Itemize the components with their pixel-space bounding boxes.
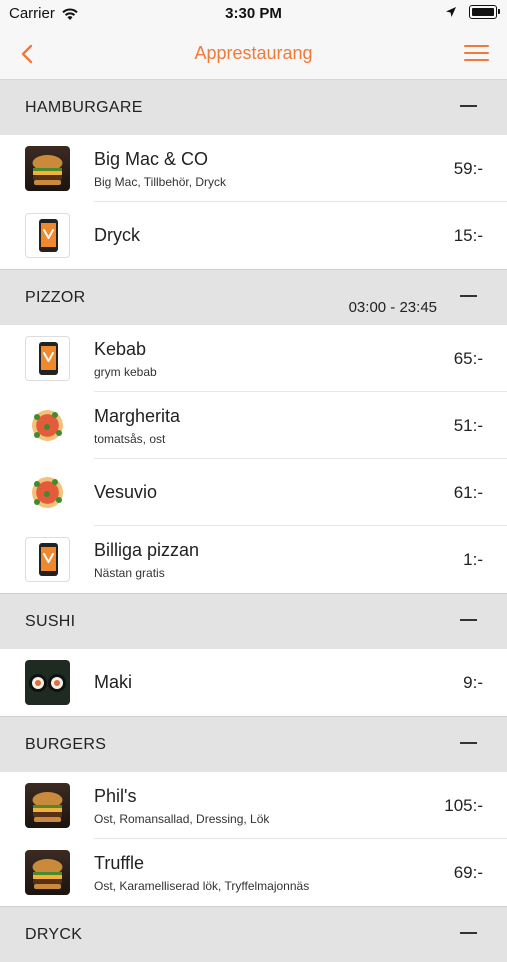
section-title: BURGERS [25,736,107,753]
menu-item[interactable]: Margherita tomatsås, ost 51:- [0,392,507,459]
pizza-thumbnail [25,403,70,448]
burger-thumbnail [25,146,70,191]
item-price: 59:- [453,159,483,178]
item-description: Ost, Romansallad, Dressing, Lök [94,812,270,826]
section-title: PIZZOR [25,289,86,306]
item-price: 51:- [453,416,483,435]
item-description: Nästan gratis [94,566,165,580]
opening-hours: 03:00 - 23:45 [348,299,437,316]
section-header[interactable]: SUSHI [0,594,507,649]
collapse-minus-icon[interactable] [460,619,477,621]
collapse-minus-icon[interactable] [460,742,477,744]
item-name: Vesuvio [94,482,158,502]
item-name: Billiga pizzan [94,540,200,560]
menu-item[interactable]: Truffle Ost, Karamelliserad lök, Tryffelm… [0,839,507,906]
section-header[interactable]: BURGERS [0,717,507,772]
pizza-thumbnail [25,470,70,515]
menu-item[interactable]: Maki 9:- [0,649,507,716]
section-header[interactable]: PIZZOR 03:00 - 23:45 [0,270,507,325]
location-arrow-icon [446,7,456,17]
app-logo-thumbnail [25,213,70,258]
app-logo-thumbnail [25,336,70,381]
page-title: Apprestaurang [194,43,313,63]
clock: 3:30 PM [225,5,282,22]
menu-item[interactable]: Big Mac & CO Big Mac, Tillbehör, Dryck 59:… [0,135,507,202]
item-price: 69:- [453,863,483,882]
item-price: 15:- [453,226,483,245]
item-name: Maki [94,672,133,692]
menu-item[interactable]: Kebab grym kebab 65:- [0,325,507,392]
item-price: 105:- [444,796,483,815]
app-logo-thumbnail [25,537,70,582]
burger-thumbnail [25,783,70,828]
item-price: 9:- [463,673,483,692]
item-name: Margherita [94,406,181,426]
sushi-thumbnail [25,660,70,705]
menu-item[interactable]: Billiga pizzan Nästan gratis 1:- [0,526,507,593]
item-name: Kebab [94,339,147,359]
item-name: Dryck [94,225,140,245]
collapse-minus-icon[interactable] [460,295,477,297]
item-name: Big Mac & CO [94,149,209,169]
item-description: Big Mac, Tillbehör, Dryck [94,175,227,189]
status-bar: Carrier 3:30 PM [0,0,507,28]
item-price: 61:- [453,483,483,502]
navigation-bar: Apprestaurang [0,28,507,80]
item-description: grym kebab [94,365,157,379]
menu-item[interactable]: Dryck 15:- [0,202,507,269]
section-header[interactable]: HAMBURGARE [0,80,507,135]
section-title: SUSHI [25,613,76,630]
hamburger-menu-icon[interactable] [464,45,489,63]
section-title: HAMBURGARE [25,99,143,116]
item-price: 65:- [453,349,483,368]
battery-icon [469,5,500,19]
menu-list: HAMBURGARE Big Mac & CO Big Mac, Tillbehör… [0,80,507,962]
item-price: 1:- [463,550,483,569]
item-description: Ost, Karamelliserad lök, Tryffelmajonnäs [94,879,310,893]
menu-item[interactable]: Vesuvio 61:- [0,459,507,526]
section-title: DRYCK [25,926,83,943]
collapse-minus-icon[interactable] [460,932,477,934]
menu-item[interactable]: Phil's Ost, Romansallad, Dressing, Lök 105… [0,772,507,839]
section-header[interactable]: DRYCK [0,907,507,962]
item-name: Truffle [94,853,145,873]
burger-thumbnail [25,850,70,895]
collapse-minus-icon[interactable] [460,105,477,107]
item-description: tomatsås, ost [94,432,166,446]
item-name: Phil's [94,786,137,806]
